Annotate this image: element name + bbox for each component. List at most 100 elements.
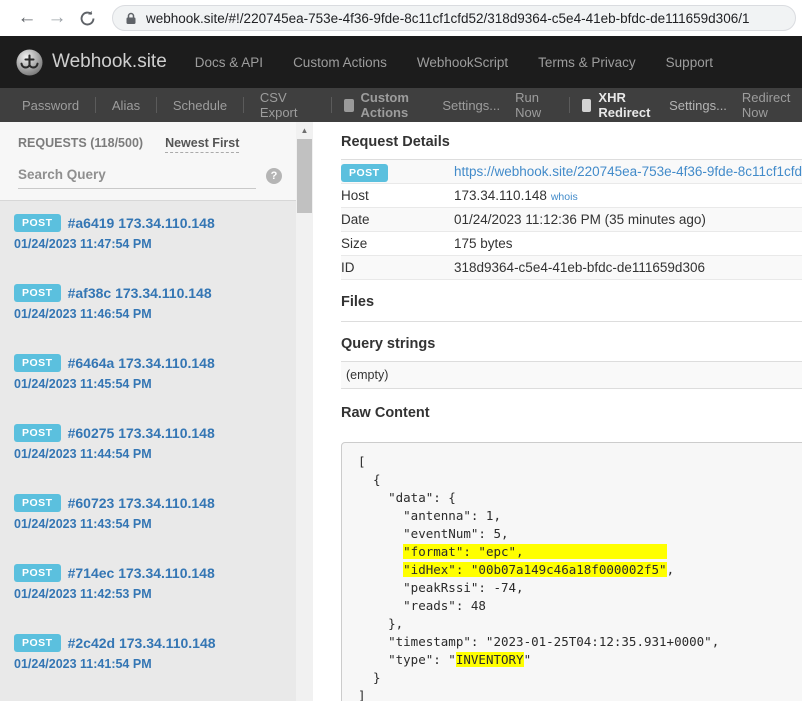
whois-link[interactable]: whois xyxy=(551,191,578,203)
highlighted-text: "format": "epc", xyxy=(403,544,666,559)
query-strings-title: Query strings xyxy=(341,336,802,361)
request-list-item[interactable]: POST #af38c 173.34.110.148 01/24/2023 11:4… xyxy=(0,271,296,341)
webhook-logo-icon xyxy=(16,49,43,76)
brand-link[interactable]: Webhook.site xyxy=(16,49,167,76)
help-icon[interactable]: ? xyxy=(266,168,282,184)
csv-export-button[interactable]: CSV Export xyxy=(256,90,320,120)
request-list-item[interactable]: POST#2c42d 173.34.110.14801/24/2023 11:4… xyxy=(0,621,296,691)
code-line: "antenna": 1, xyxy=(358,507,799,525)
content-area: REQUESTS (118/500) Newest First ? POST#a… xyxy=(0,122,802,701)
method-badge: POST xyxy=(14,354,61,372)
reload-icon[interactable] xyxy=(72,3,102,33)
requests-count-label: REQUESTS (118/500) xyxy=(18,136,143,150)
nav-menu: Docs & API Custom Actions WebhookScript … xyxy=(195,55,713,70)
code-line: ] xyxy=(358,687,799,701)
browser-chrome: ← → webhook.site/#!/220745ea-753e-4f36-9… xyxy=(0,0,802,36)
request-timestamp: 01/24/2023 11:46:54 PM xyxy=(14,307,286,321)
request-details-table: POST https://webhook.site/220745ea-753e-… xyxy=(341,159,802,280)
method-badge: POST xyxy=(14,564,61,582)
xhr-redirect-checkbox[interactable] xyxy=(582,99,591,112)
host-label: Host xyxy=(341,188,454,203)
request-list-item[interactable]: POST#a6419 173.34.110.14801/24/2023 11:4… xyxy=(0,201,296,271)
method-badge: POST xyxy=(14,284,61,302)
table-row-date: Date 01/24/2023 11:12:36 PM (35 minutes … xyxy=(341,208,802,232)
code-line: "reads": 48 xyxy=(358,597,799,615)
table-row-host: Host 173.34.110.148whois xyxy=(341,184,802,208)
custom-actions-checkbox[interactable] xyxy=(344,99,353,112)
nav-item-custom-actions[interactable]: Custom Actions xyxy=(293,55,387,70)
toolbar-divider xyxy=(569,97,570,113)
schedule-button[interactable]: Schedule xyxy=(169,98,231,113)
id-value: 318d9364-c5e4-41eb-bfdc-de111659d306 xyxy=(454,260,802,275)
nav-item-terms-privacy[interactable]: Terms & Privacy xyxy=(538,55,636,70)
highlighted-text: "idHex": "00b07a149c46a18f000002f5" xyxy=(403,562,666,577)
request-timestamp: 01/24/2023 11:43:54 PM xyxy=(14,517,286,531)
xhr-redirect-group: XHR Redirect Settings... Redirect Now xyxy=(582,90,802,120)
request-id-ip: #a6419 173.34.110.148 xyxy=(68,215,215,231)
code-line: { xyxy=(358,471,799,489)
request-timestamp: 01/24/2023 11:42:53 PM xyxy=(14,587,286,601)
request-id-ip: #60723 173.34.110.148 xyxy=(68,495,215,511)
redirect-now-button[interactable]: Redirect Now xyxy=(738,90,802,120)
lock-icon xyxy=(125,12,137,25)
password-button[interactable]: Password xyxy=(18,98,83,113)
nav-item-docs-api[interactable]: Docs & API xyxy=(195,55,263,70)
files-divider xyxy=(341,321,802,322)
request-timestamp: 01/24/2023 11:44:54 PM xyxy=(14,447,286,461)
webhook-site-page: ← → webhook.site/#!/220745ea-753e-4f36-9… xyxy=(0,0,802,701)
toolbar-divider xyxy=(156,97,157,113)
request-id-ip: #2c42d 173.34.110.148 xyxy=(68,635,216,651)
table-row-size: Size 175 bytes xyxy=(341,232,802,256)
back-icon[interactable]: ← xyxy=(12,3,42,33)
code-line: "peakRssi": -74, xyxy=(358,579,799,597)
search-input[interactable] xyxy=(18,163,256,189)
scrollbar-thumb[interactable] xyxy=(297,139,312,213)
request-timestamp: 01/24/2023 11:45:54 PM xyxy=(14,377,286,391)
custom-actions-label: Custom Actions xyxy=(361,90,432,120)
files-title: Files xyxy=(341,294,802,319)
run-now-button[interactable]: Run Now xyxy=(511,90,557,120)
toolbar-divider xyxy=(95,97,96,113)
xhr-redirect-label: XHR Redirect xyxy=(598,90,658,120)
size-value: 175 bytes xyxy=(454,236,802,251)
xhr-redirect-settings-button[interactable]: Settings... xyxy=(665,98,731,113)
table-row-id: ID 318d9364-c5e4-41eb-bfdc-de111659d306 xyxy=(341,256,802,280)
forward-icon[interactable]: → xyxy=(42,3,72,33)
toolbar-divider xyxy=(331,97,332,113)
table-row-method-url: POST https://webhook.site/220745ea-753e-… xyxy=(341,160,802,184)
address-bar[interactable]: webhook.site/#!/220745ea-753e-4f36-9fde-… xyxy=(112,5,796,31)
id-label: ID xyxy=(341,260,454,275)
code-line: "idHex": "00b07a149c46a18f000002f5", xyxy=(358,561,799,579)
code-line: [ xyxy=(358,453,799,471)
url-text: webhook.site/#!/220745ea-753e-4f36-9fde-… xyxy=(146,11,749,26)
alias-button[interactable]: Alias xyxy=(108,98,144,113)
request-details-title: Request Details xyxy=(341,134,802,159)
request-id-ip: #60275 173.34.110.148 xyxy=(68,425,215,441)
nav-item-support[interactable]: Support xyxy=(666,55,713,70)
brand-text: Webhook.site xyxy=(52,51,167,73)
request-url-link[interactable]: https://webhook.site/220745ea-753e-4f36-… xyxy=(454,164,802,179)
method-badge: POST xyxy=(341,164,388,182)
size-label: Size xyxy=(341,236,454,251)
request-list-item[interactable]: POST #714ec 173.34.110.148 01/24/2023 11:4… xyxy=(0,551,296,621)
request-list-item[interactable]: POST #60275 173.34.110.148 01/24/2023 11:4… xyxy=(0,411,296,481)
request-id-ip: #af38c 173.34.110.148 xyxy=(68,285,212,301)
custom-actions-settings-button[interactable]: Settings... xyxy=(438,98,504,113)
request-id-ip: #714ec 173.34.110.148 xyxy=(68,565,215,581)
request-list-item[interactable]: POST #6464a 173.34.110.148 01/24/2023 11:4… xyxy=(0,341,296,411)
request-list-item[interactable]: POST #60723 173.34.110.148 01/24/2023 11:4… xyxy=(0,481,296,551)
method-badge: POST xyxy=(14,494,61,512)
date-value: 01/24/2023 11:12:36 PM (35 minutes ago) xyxy=(454,212,802,227)
raw-content-title: Raw Content xyxy=(341,405,802,430)
highlighted-text: INVENTORY xyxy=(456,652,524,667)
request-timestamp: 01/24/2023 11:41:54 PM xyxy=(14,657,286,671)
scrollbar-up-arrow-icon[interactable]: ▲ xyxy=(296,122,313,139)
custom-actions-group: Custom Actions Settings... Run Now xyxy=(344,90,557,120)
sort-order-toggle[interactable]: Newest First xyxy=(165,136,239,153)
nav-item-webhookscript[interactable]: WebhookScript xyxy=(417,55,508,70)
method-badge: POST xyxy=(14,424,61,442)
requests-sidebar: REQUESTS (118/500) Newest First ? POST#a… xyxy=(0,122,296,701)
code-line: "type": "INVENTORY" xyxy=(358,651,799,669)
request-id-ip: #6464a 173.34.110.148 xyxy=(68,355,215,371)
date-label: Date xyxy=(341,212,454,227)
